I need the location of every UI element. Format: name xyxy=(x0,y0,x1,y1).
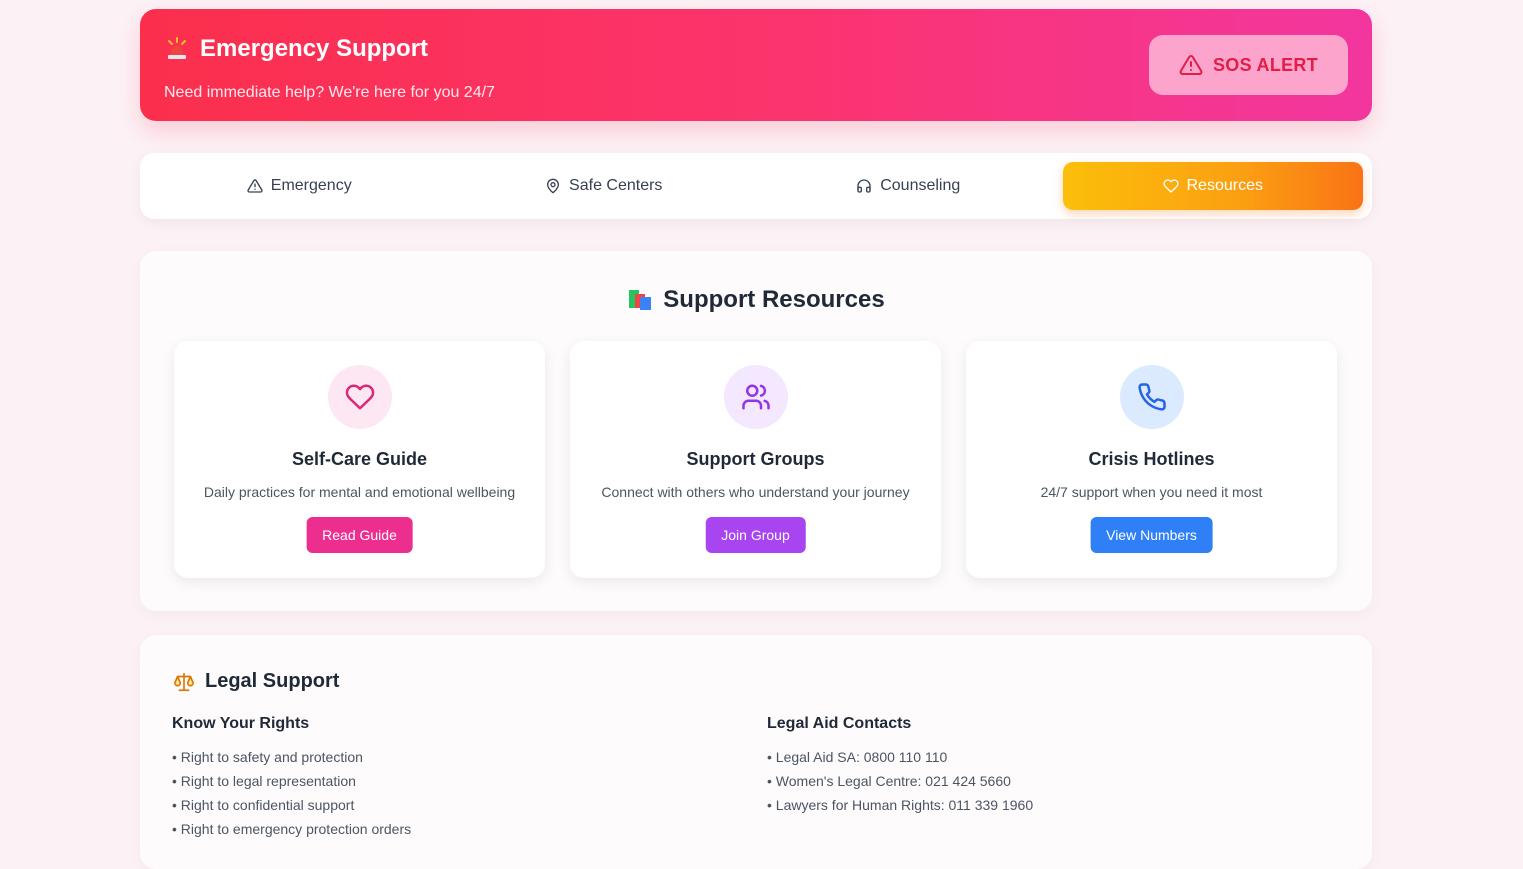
tab-label: Counseling xyxy=(880,177,961,194)
contacts-list: • Legal Aid SA: 0800 110 110 • Women's L… xyxy=(767,745,1033,817)
users-icon xyxy=(741,384,770,410)
heart-icon xyxy=(1162,179,1179,193)
headphones-icon xyxy=(857,179,871,193)
resource-cards: Self-Care Guide Daily practices for ment… xyxy=(174,341,1337,578)
view-numbers-button[interactable]: View Numbers xyxy=(1090,517,1213,553)
legal-support-panel: Legal Support Know Your Rights • Right t… xyxy=(140,635,1372,869)
contacts-heading: Legal Aid Contacts xyxy=(767,715,912,732)
card-title: Crisis Hotlines xyxy=(1088,449,1215,469)
card-description: Daily practices for mental and emotional… xyxy=(203,484,516,500)
header-subtitle: Need immediate help? We're here for you … xyxy=(164,84,495,101)
legal-aid-contacts: Legal Aid Contacts • Legal Aid SA: 0800 … xyxy=(767,715,1033,817)
list-item: • Right to emergency protection orders xyxy=(172,821,412,837)
legal-support-title: Legal Support xyxy=(205,670,340,692)
join-group-button[interactable]: Join Group xyxy=(705,517,806,553)
tab-safe-centers[interactable]: Safe Centers xyxy=(454,162,755,210)
rights-heading: Know Your Rights xyxy=(172,715,310,732)
tab-bar: Emergency Safe Centers Counseling Resour… xyxy=(140,153,1372,219)
phone-icon xyxy=(1137,383,1166,411)
list-item: • Right to safety and protection xyxy=(172,749,363,765)
support-resources-panel: Support Resources Self-Care Guide Daily … xyxy=(140,251,1372,611)
rights-list: • Right to safety and protection • Right… xyxy=(172,745,411,841)
scales-icon xyxy=(174,672,194,691)
card-title: Support Groups xyxy=(686,449,825,469)
read-guide-button[interactable]: Read Guide xyxy=(306,517,413,553)
heart-icon xyxy=(345,384,374,410)
legal-title-row: Legal Support xyxy=(173,670,339,693)
list-item: • Right to legal representation xyxy=(172,773,356,789)
sos-alert-label: SOS ALERT xyxy=(1212,54,1319,75)
page-title: Emergency Support xyxy=(200,35,429,62)
self-care-icon-circle xyxy=(327,365,392,429)
tab-label: Emergency xyxy=(270,177,352,194)
emergency-header: Emergency Support Need immediate help? W… xyxy=(140,9,1372,121)
card-description: Connect with others who understand your … xyxy=(601,484,910,500)
list-item: • Right to confidential support xyxy=(172,797,355,813)
tab-emergency[interactable]: Emergency xyxy=(149,162,450,210)
list-item: • Legal Aid SA: 0800 110 110 xyxy=(767,749,948,765)
section-title: Support Resources xyxy=(140,286,1372,314)
alert-triangle-icon xyxy=(1179,54,1203,75)
crisis-hotlines-card: Crisis Hotlines 24/7 support when you ne… xyxy=(966,341,1337,578)
list-item: • Lawyers for Human Rights: 011 339 1960 xyxy=(767,797,1034,813)
list-item: • Women's Legal Centre: 021 424 5660 xyxy=(767,773,1011,789)
support-resources-title: Support Resources xyxy=(663,286,885,313)
support-groups-icon-circle xyxy=(723,365,788,429)
know-your-rights: Know Your Rights • Right to safety and p… xyxy=(172,715,411,841)
sos-alert-button[interactable]: SOS ALERT xyxy=(1149,35,1348,95)
card-description: 24/7 support when you need it most xyxy=(1040,484,1263,500)
alert-triangle-icon xyxy=(247,179,263,193)
card-title: Self-Care Guide xyxy=(291,449,428,469)
self-care-card: Self-Care Guide Daily practices for ment… xyxy=(174,341,545,578)
siren-icon xyxy=(168,37,186,59)
tab-label: Safe Centers xyxy=(569,177,663,194)
crisis-hotlines-icon-circle xyxy=(1119,365,1184,429)
support-groups-card: Support Groups Connect with others who u… xyxy=(570,341,941,578)
tab-counseling[interactable]: Counseling xyxy=(758,162,1059,210)
books-icon xyxy=(629,290,652,310)
tab-label: Resources xyxy=(1186,177,1263,194)
tab-resources[interactable]: Resources xyxy=(1062,162,1363,210)
header-title-row: Emergency Support xyxy=(164,35,428,63)
map-pin-icon xyxy=(547,178,560,194)
